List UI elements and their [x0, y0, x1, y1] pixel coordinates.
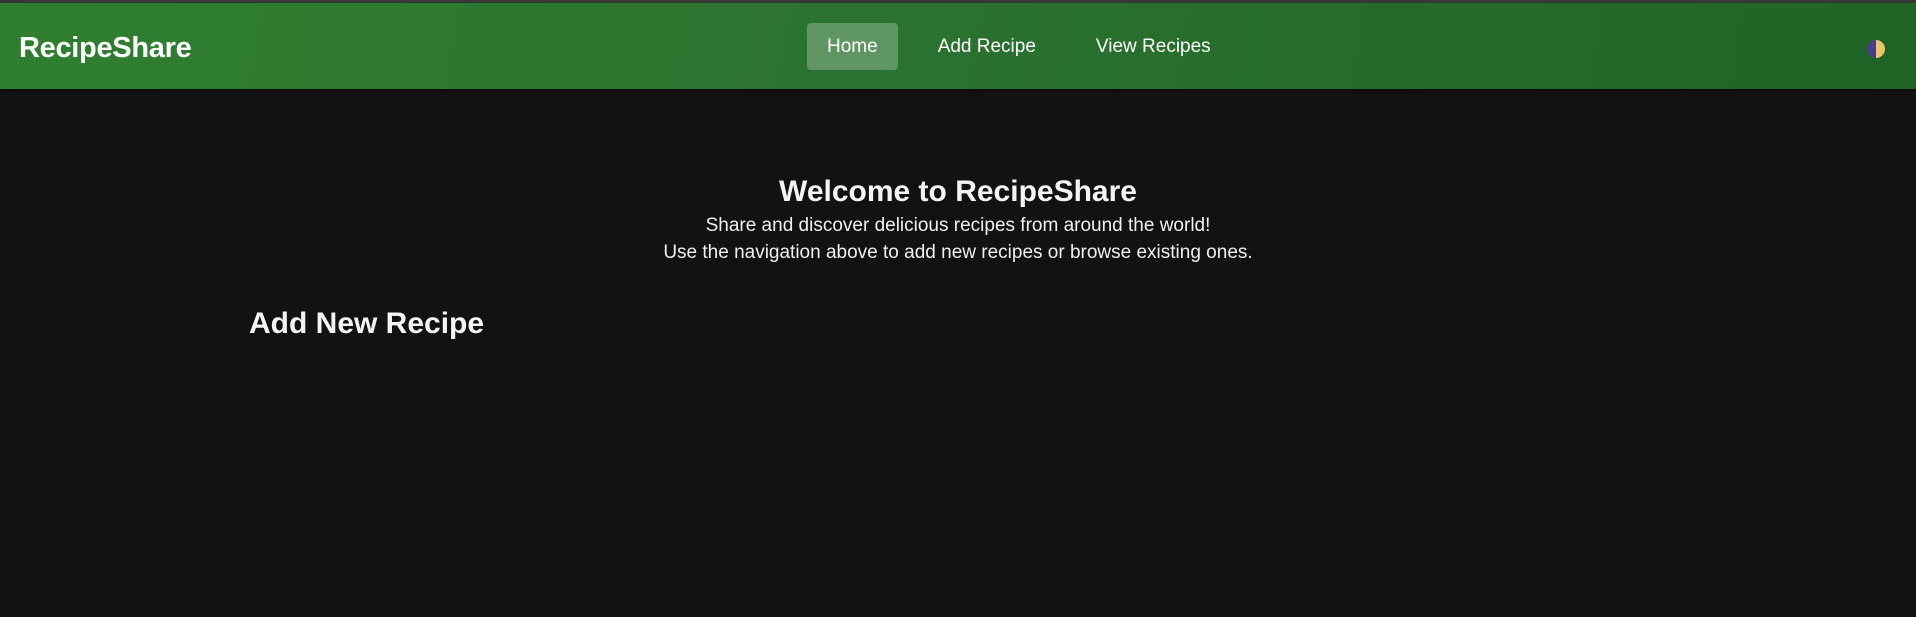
add-recipe-heading: Add New Recipe — [249, 307, 485, 340]
nav-add-recipe[interactable]: Add Recipe — [918, 23, 1056, 70]
welcome-section: Welcome to RecipeShare Share and discove… — [0, 172, 1916, 266]
welcome-instructions: Use the navigation above to add new reci… — [663, 242, 1253, 263]
navbar: RecipeShare Home Add Recipe View Recipes — [0, 3, 1916, 89]
theme-toggle-icon[interactable] — [1867, 40, 1885, 58]
main-nav: Home Add Recipe View Recipes — [807, 23, 1231, 70]
nav-home[interactable]: Home — [807, 23, 898, 70]
welcome-tagline: Share and discover delicious recipes fro… — [705, 215, 1211, 236]
nav-view-recipes[interactable]: View Recipes — [1076, 23, 1231, 70]
brand-logo[interactable]: RecipeShare — [19, 31, 192, 65]
page-title: Welcome to RecipeShare — [779, 175, 1137, 208]
